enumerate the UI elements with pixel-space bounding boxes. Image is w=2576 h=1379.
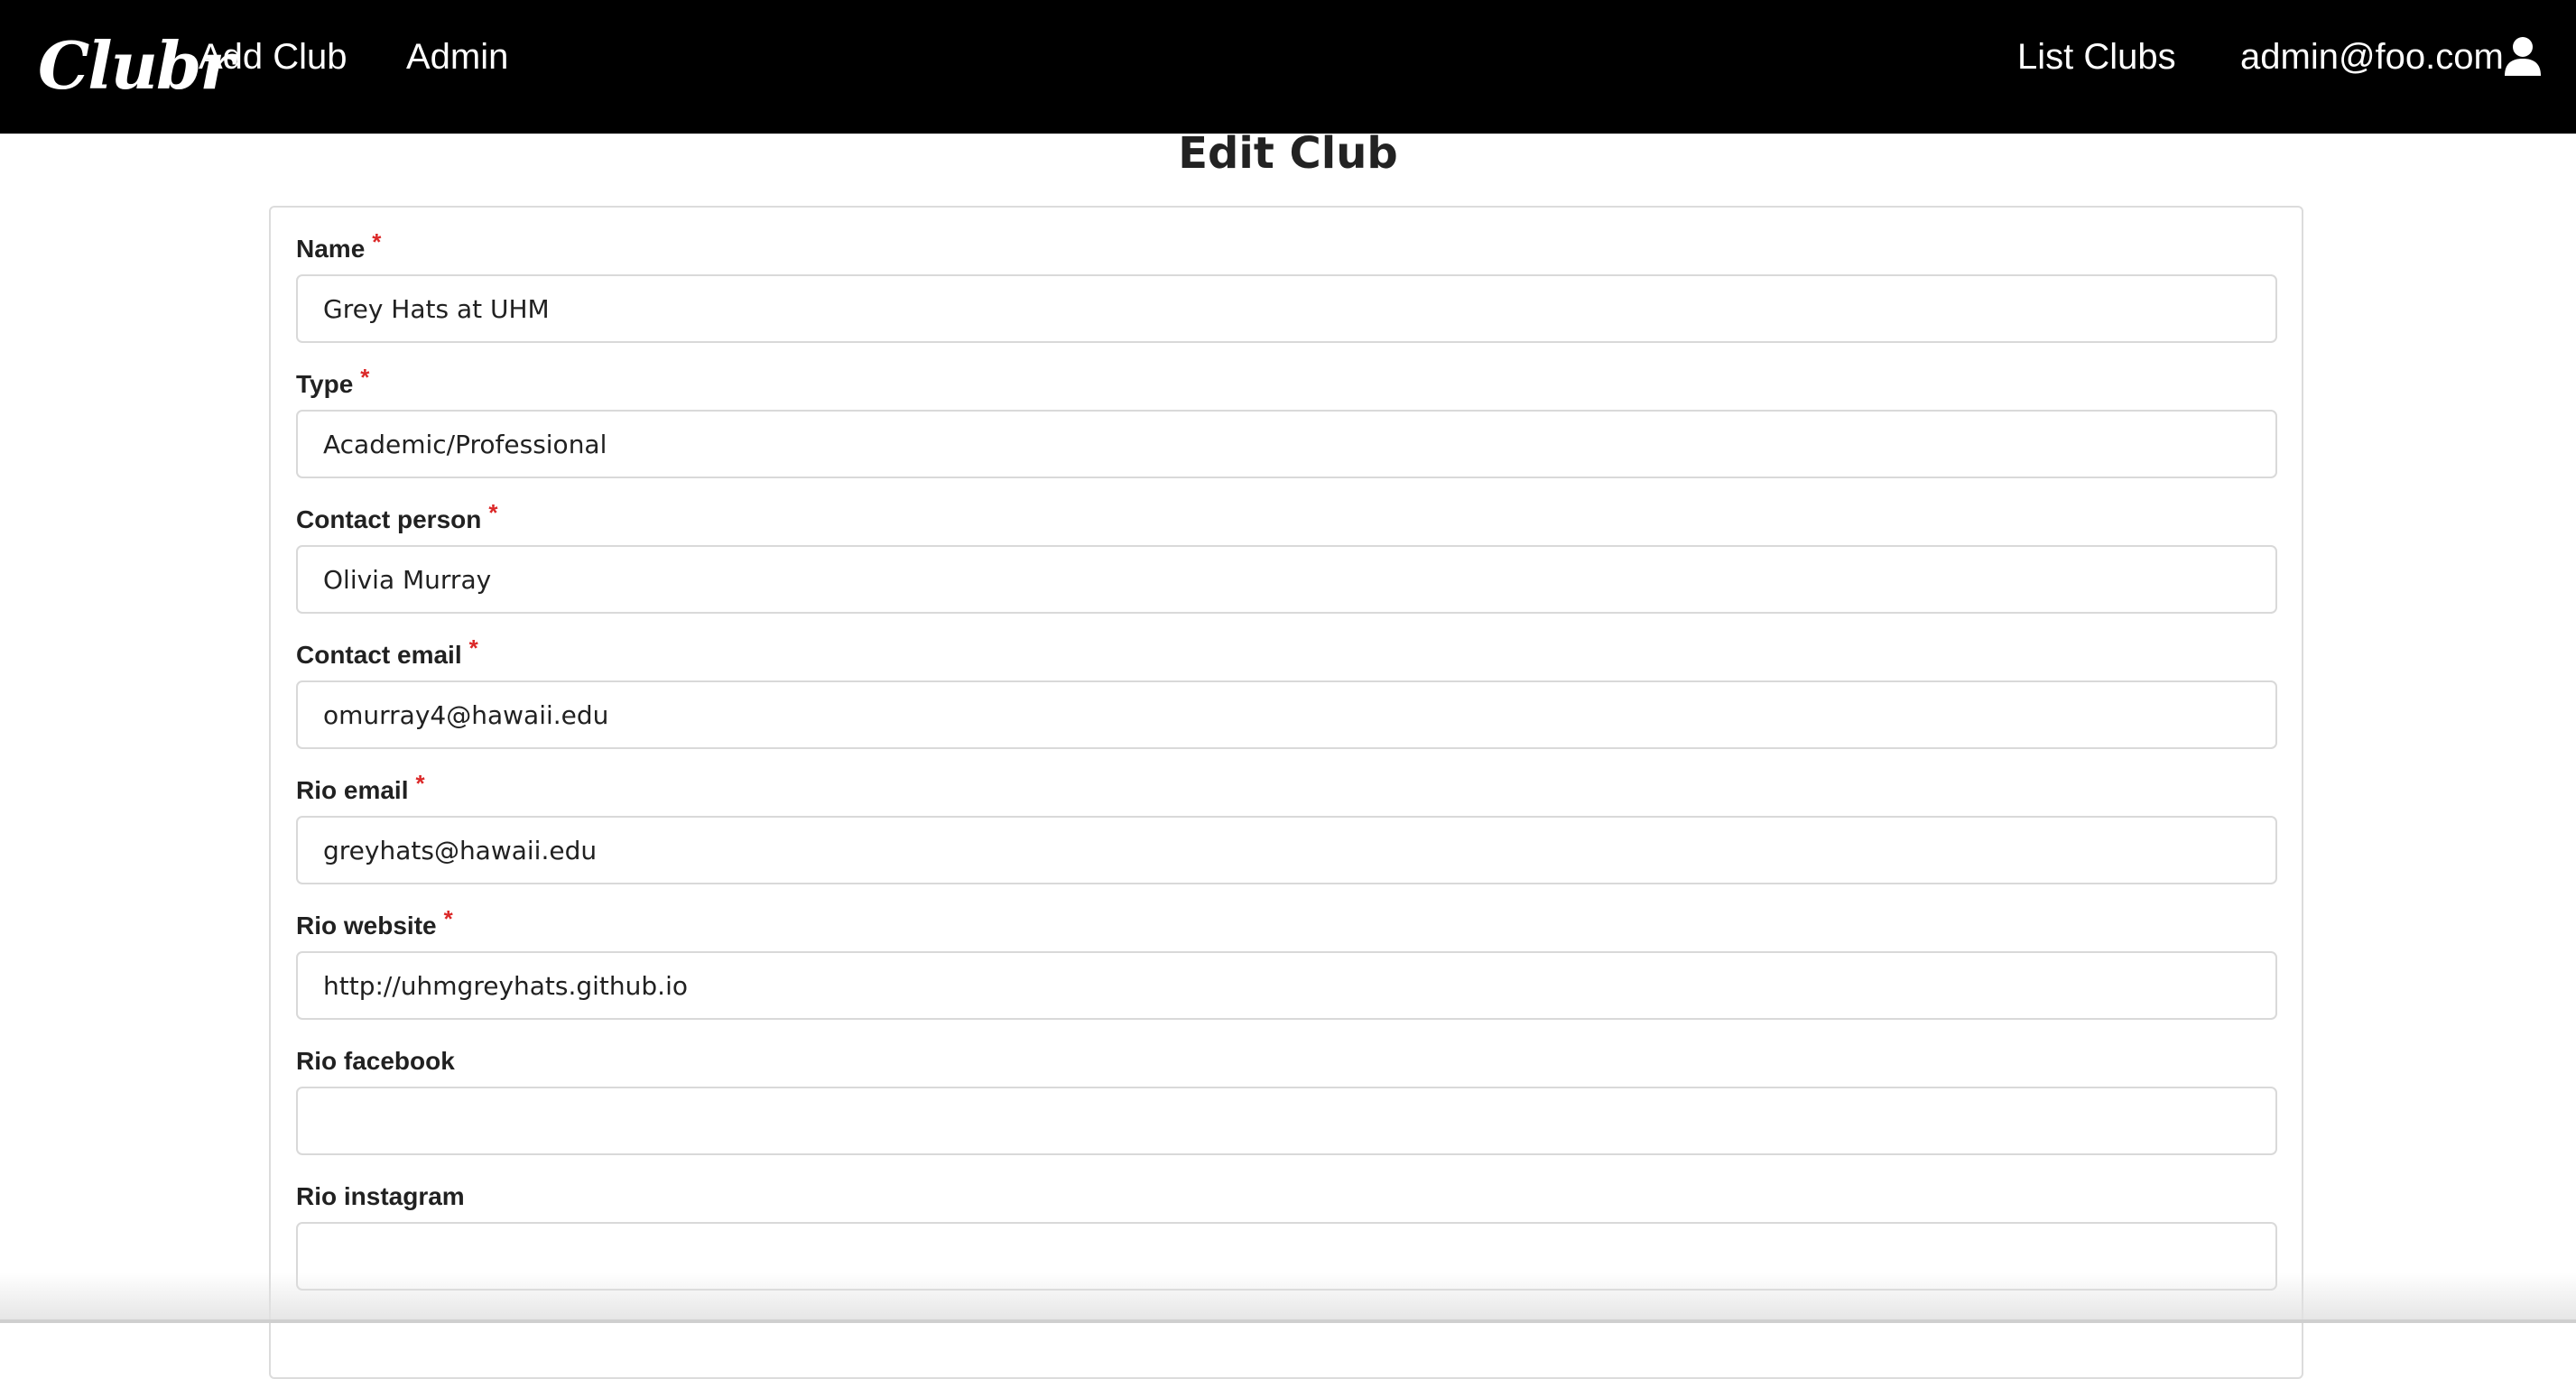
edit-club-form — [269, 206, 2303, 1379]
contact-person-label: Contact person * — [296, 499, 498, 533]
nav-list-clubs-link[interactable]: List Clubs — [2017, 34, 2176, 79]
nav-add-club-link[interactable]: Add Club — [199, 34, 347, 79]
rio-email-label: Rio email * — [296, 770, 425, 804]
required-marker: * — [468, 634, 478, 662]
required-marker: * — [372, 228, 382, 255]
top-navbar: Clubr Add Club Admin List Clubs admin@fo… — [0, 0, 2576, 134]
bottom-shadow — [0, 1273, 2576, 1323]
contact-email-input[interactable] — [296, 680, 2277, 749]
required-marker: * — [360, 364, 370, 391]
contact-email-label: Contact email * — [296, 634, 478, 669]
required-marker: * — [488, 499, 498, 526]
contact-person-input[interactable] — [296, 545, 2277, 614]
user-icon[interactable] — [2504, 36, 2542, 76]
name-input[interactable] — [296, 274, 2277, 343]
rio-facebook-input[interactable] — [296, 1087, 2277, 1155]
rio-instagram-label: Rio instagram — [296, 1182, 465, 1210]
rio-website-label: Rio website * — [296, 905, 453, 939]
required-marker: * — [415, 770, 425, 797]
name-label: Name * — [296, 228, 382, 263]
type-input[interactable] — [296, 410, 2277, 478]
required-marker: * — [443, 905, 453, 932]
type-label: Type * — [296, 364, 370, 398]
rio-email-input[interactable] — [296, 816, 2277, 884]
page-title: Edit Club — [1178, 128, 1398, 179]
window-bottom-edge — [0, 1319, 2576, 1323]
nav-admin-link[interactable]: Admin — [406, 34, 508, 79]
user-menu-email[interactable]: admin@foo.com — [2240, 34, 2504, 79]
rio-facebook-label: Rio facebook — [296, 1047, 455, 1075]
rio-website-input[interactable] — [296, 951, 2277, 1020]
